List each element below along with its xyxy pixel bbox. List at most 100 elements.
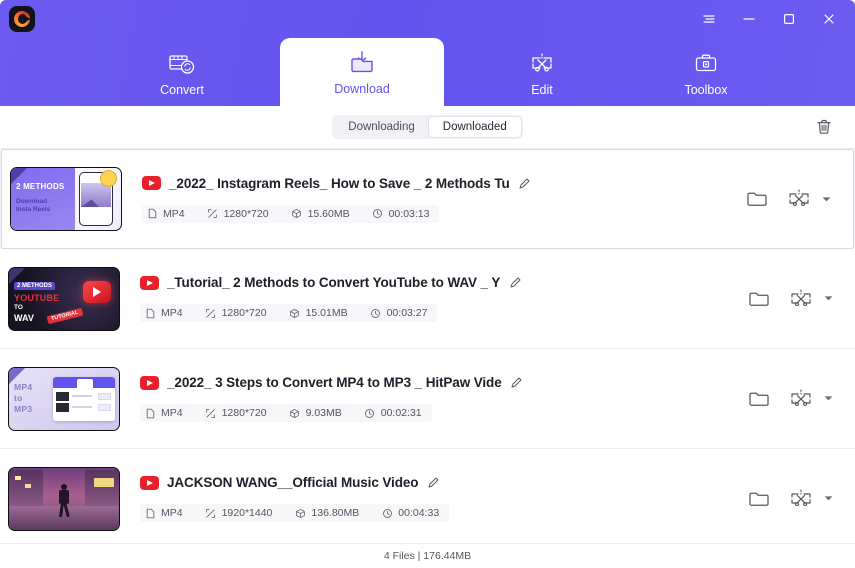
file-meta: MP4 1280*720 15.60MB 00:03:13 <box>142 204 440 223</box>
tab-downloading[interactable]: Downloading <box>334 117 429 137</box>
meta-resolution-value: 1920*1440 <box>221 507 273 519</box>
meta-size: 15.60MB <box>291 208 350 220</box>
meta-duration-value: 00:04:33 <box>398 507 440 519</box>
pencil-icon[interactable] <box>510 376 524 390</box>
status-bar: 4 Files | 176.44MB <box>0 543 855 568</box>
edit-video-button[interactable] <box>789 387 813 411</box>
box-icon <box>289 407 301 419</box>
tab-toolbox-label: Toolbox <box>684 83 728 97</box>
tab-download[interactable]: Download <box>280 38 444 106</box>
open-folder-button[interactable] <box>747 487 771 511</box>
meta-size: 9.03MB <box>289 407 342 419</box>
chevron-down-icon <box>824 396 832 401</box>
emoji-icon <box>100 170 117 187</box>
chevron-down-icon <box>824 296 832 301</box>
meta-size: 15.01MB <box>289 307 348 319</box>
meta-resolution-value: 1280*720 <box>223 207 269 220</box>
meta-duration-value: 00:02:31 <box>380 407 422 419</box>
youtube-icon <box>142 176 161 190</box>
thumbnail-text: 2 METHODS <box>14 281 56 290</box>
resize-icon <box>205 307 217 319</box>
clock-icon <box>372 208 384 220</box>
meta-resolution-value: 1280*720 <box>221 407 267 419</box>
meta-resolution: 1280*720 <box>207 208 269 220</box>
tab-edit[interactable]: Edit <box>460 40 624 106</box>
meta-size-value: 9.03MB <box>305 407 342 419</box>
close-icon <box>824 14 834 24</box>
downloaded-file-list[interactable]: 2 METHODS Download Insta Reels _2022_ Ins… <box>0 149 855 543</box>
open-folder-button[interactable] <box>745 187 769 211</box>
edit-scissors-icon <box>791 488 811 506</box>
edit-scissors-icon <box>528 49 556 79</box>
meta-size-value: 136.80MB <box>311 507 360 519</box>
box-icon <box>291 208 303 220</box>
youtube-icon <box>140 475 159 490</box>
thumbnail-text: Insta Reels <box>16 206 51 213</box>
thumbnail-text: MP3 <box>14 403 33 414</box>
clock-icon <box>364 407 376 419</box>
box-icon <box>289 307 301 319</box>
meta-duration-value: 00:03:27 <box>386 307 428 319</box>
meta-resolution-value: 1280*720 <box>221 307 267 319</box>
meta-duration: 00:04:33 <box>381 507 439 519</box>
open-folder-button[interactable] <box>747 387 771 411</box>
meta-format: MP4 <box>144 507 183 519</box>
more-actions-dropdown[interactable] <box>823 294 833 304</box>
resize-icon <box>205 507 217 519</box>
video-thumbnail: MP4 to MP3 <box>8 366 120 431</box>
meta-format-value: MP4 <box>163 207 185 220</box>
pencil-icon[interactable] <box>426 476 440 490</box>
edit-scissors-icon <box>789 189 809 207</box>
file-meta: MP4 1920*1440 136.80MB 00:04:33 <box>140 504 450 522</box>
meta-size: 136.80MB <box>294 507 359 519</box>
video-thumbnail: 2 METHODS YOUTUBE TO WAV TUTORIAL <box>8 266 120 331</box>
thumbnail-text: to <box>14 392 23 403</box>
file-title: JACKSON WANG__Official Music Video <box>167 475 419 490</box>
close-button[interactable] <box>809 4 849 34</box>
open-folder-button[interactable] <box>747 287 771 311</box>
edit-video-button[interactable] <box>789 287 813 311</box>
main-nav-tabs: Convert Download Edit Toolbox <box>0 34 855 106</box>
menu-button[interactable] <box>689 4 729 34</box>
file-meta: MP4 1280*720 9.03MB 00:02:31 <box>140 404 432 422</box>
table-row[interactable]: 2 METHODS Download Insta Reels _2022_ Ins… <box>1 149 854 249</box>
more-actions-dropdown[interactable] <box>821 194 831 204</box>
minimize-button[interactable] <box>729 4 769 34</box>
edit-video-button[interactable] <box>789 487 813 511</box>
pencil-icon[interactable] <box>518 176 532 190</box>
resize-icon <box>205 407 217 419</box>
meta-resolution: 1920*1440 <box>205 507 273 519</box>
meta-duration: 00:02:31 <box>364 407 422 419</box>
film-convert-icon <box>168 49 196 79</box>
table-row[interactable]: 2 METHODS YOUTUBE TO WAV TUTORIAL _Tutor… <box>0 249 855 349</box>
meta-size-value: 15.60MB <box>307 207 350 220</box>
tab-downloaded[interactable]: Downloaded <box>428 117 521 137</box>
app-window: Convert Download Edit Toolbox Downloadin… <box>0 0 855 568</box>
tab-convert[interactable]: Convert <box>100 40 264 106</box>
delete-all-button[interactable] <box>811 114 837 140</box>
download-folder-icon <box>348 48 376 78</box>
meta-format: MP4 <box>144 407 183 419</box>
table-row[interactable]: MP4 to MP3 _2022_ 3 Steps to Convert MP4 t… <box>0 349 855 449</box>
tab-download-label: Download <box>334 82 390 96</box>
edit-scissors-icon <box>791 288 811 306</box>
more-actions-dropdown[interactable] <box>823 494 833 504</box>
more-actions-dropdown[interactable] <box>823 394 833 404</box>
file-icon <box>144 307 156 319</box>
tab-toolbox[interactable]: Toolbox <box>624 40 788 106</box>
tab-edit-label: Edit <box>531 83 553 97</box>
pencil-icon[interactable] <box>508 276 522 290</box>
edit-video-button[interactable] <box>787 187 811 211</box>
download-status-segment: Downloading Downloaded <box>332 115 523 139</box>
folder-icon <box>749 492 769 506</box>
folder-icon <box>747 192 767 206</box>
maximize-button[interactable] <box>769 4 809 34</box>
table-row[interactable]: JACKSON WANG__Official Music Video MP4 1… <box>0 449 855 543</box>
title-bar: Convert Download Edit Toolbox <box>0 0 855 106</box>
file-icon <box>144 407 156 419</box>
meta-format-value: MP4 <box>161 507 183 519</box>
meta-format-value: MP4 <box>161 407 183 419</box>
file-count-summary: 4 Files | 176.44MB <box>383 550 472 562</box>
folder-icon <box>749 292 769 306</box>
edit-scissors-icon <box>791 388 811 406</box>
